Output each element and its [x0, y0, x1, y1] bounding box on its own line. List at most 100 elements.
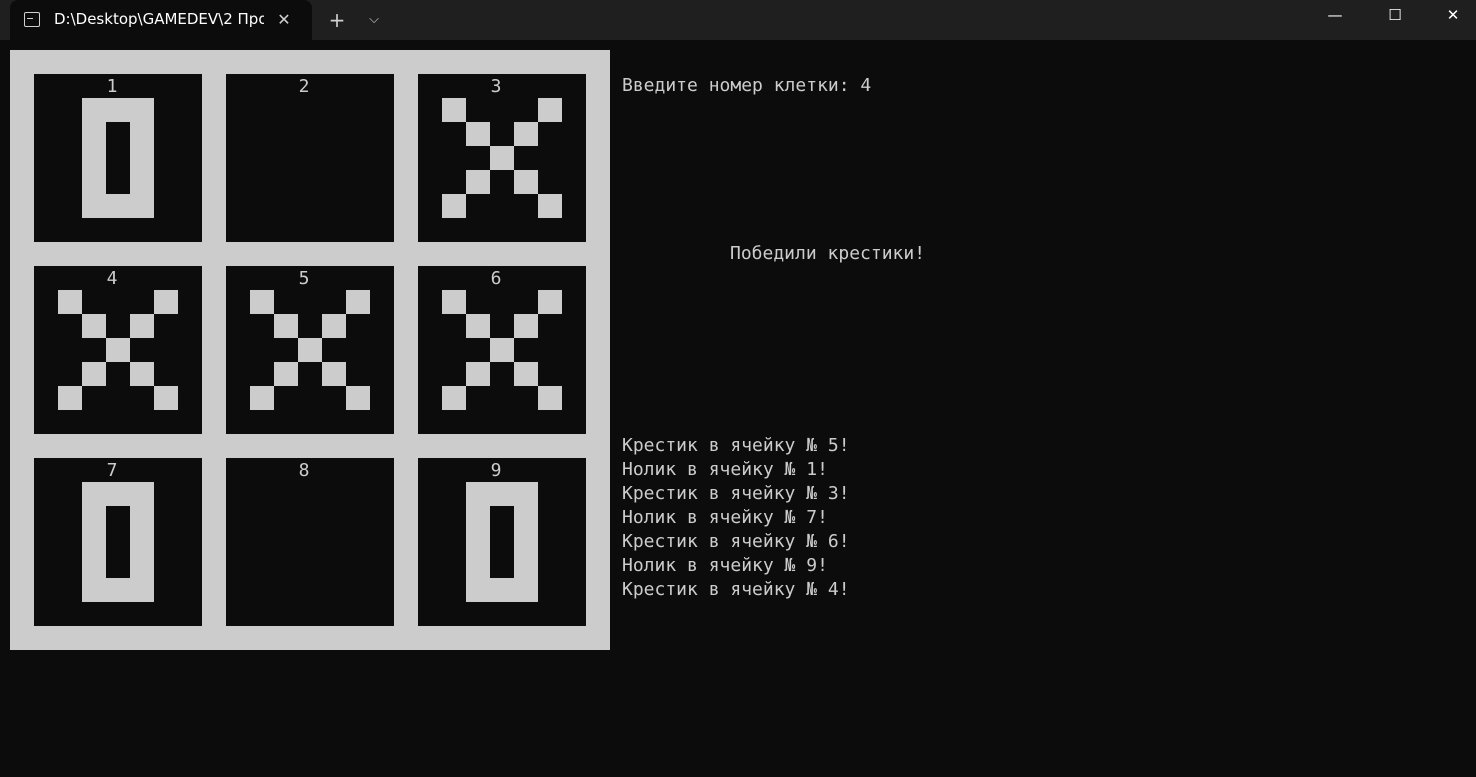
- mark-pixel: [82, 146, 106, 170]
- move-log-line: Крестик в ячейку № 5!: [622, 435, 850, 456]
- mark-pixel: [298, 338, 322, 362]
- cell-1: 1: [34, 74, 202, 242]
- mark-pixel: [82, 554, 106, 578]
- board-border-left: [10, 50, 34, 650]
- move-log-line: Крестик в ячейку № 3!: [622, 483, 850, 504]
- mark-pixel: [514, 314, 538, 338]
- cell-number: 3: [490, 76, 502, 97]
- mark-pixel: [130, 530, 154, 554]
- terminal-tab[interactable]: D:\Desktop\GAMEDEV\2 Про ✕: [10, 0, 312, 40]
- mark-pixel: [490, 578, 514, 602]
- mark-pixel: [274, 314, 298, 338]
- mark-pixel: [82, 98, 106, 122]
- mark-pixel: [130, 554, 154, 578]
- mark-pixel: [442, 194, 466, 218]
- mark-pixel: [82, 506, 106, 530]
- mark-pixel: [130, 506, 154, 530]
- mark-pixel: [82, 362, 106, 386]
- grid-line-vertical-2: [394, 50, 418, 650]
- nought-mark: [58, 98, 178, 218]
- mark-pixel: [538, 290, 562, 314]
- mark-pixel: [466, 122, 490, 146]
- mark-pixel: [130, 98, 154, 122]
- mark-pixel: [130, 362, 154, 386]
- tic-tac-toe-board: 1 2 3 4 5 6 7 8 9: [10, 50, 610, 650]
- mark-pixel: [442, 290, 466, 314]
- mark-pixel: [514, 482, 538, 506]
- mark-pixel: [490, 338, 514, 362]
- terminal-icon: [24, 12, 40, 27]
- move-log-line: Нолик в ячейку № 1!: [622, 459, 828, 480]
- mark-pixel: [250, 386, 274, 410]
- cross-mark: [58, 290, 178, 410]
- mark-pixel: [514, 578, 538, 602]
- mark-pixel: [322, 362, 346, 386]
- mark-pixel: [130, 314, 154, 338]
- mark-pixel: [466, 170, 490, 194]
- maximize-button[interactable]: ☐: [1366, 0, 1424, 32]
- mark-pixel: [106, 482, 130, 506]
- mark-pixel: [106, 98, 130, 122]
- chevron-down-icon[interactable]: ⌵: [360, 6, 388, 34]
- cell-number: 9: [490, 460, 502, 481]
- board-border-bottom: [10, 626, 610, 650]
- mark-pixel: [514, 362, 538, 386]
- input-prompt: Введите номер клетки: 4: [622, 75, 872, 96]
- mark-pixel: [82, 170, 106, 194]
- mark-pixel: [442, 386, 466, 410]
- minimize-button[interactable]: —: [1306, 0, 1364, 32]
- mark-pixel: [154, 386, 178, 410]
- cell-3: 3: [418, 74, 586, 242]
- mark-pixel: [82, 578, 106, 602]
- mark-pixel: [466, 578, 490, 602]
- mark-pixel: [538, 386, 562, 410]
- mark-pixel: [58, 290, 82, 314]
- tab-title: D:\Desktop\GAMEDEV\2 Про: [54, 10, 264, 28]
- mark-pixel: [106, 578, 130, 602]
- mark-pixel: [490, 482, 514, 506]
- empty-mark: [250, 482, 370, 602]
- cell-number: 4: [106, 268, 118, 289]
- mark-pixel: [154, 290, 178, 314]
- mark-pixel: [130, 194, 154, 218]
- cell-5: 5: [226, 266, 394, 434]
- cell-7: 7: [34, 458, 202, 626]
- mark-pixel: [514, 554, 538, 578]
- mark-pixel: [346, 386, 370, 410]
- mark-pixel: [514, 530, 538, 554]
- move-log-line: Крестик в ячейку № 6!: [622, 531, 850, 552]
- move-log-line: Нолик в ячейку № 7!: [622, 507, 828, 528]
- close-window-button[interactable]: ✕: [1424, 0, 1476, 32]
- new-tab-button[interactable]: +: [323, 6, 351, 34]
- board-border-top: [10, 50, 610, 74]
- mark-pixel: [514, 170, 538, 194]
- mark-pixel: [82, 314, 106, 338]
- mark-pixel: [58, 386, 82, 410]
- mark-pixel: [466, 482, 490, 506]
- tab-close-icon[interactable]: ✕: [272, 8, 296, 32]
- mark-pixel: [466, 554, 490, 578]
- mark-pixel: [106, 338, 130, 362]
- grid-line-horizontal-1: [10, 242, 610, 266]
- mark-pixel: [106, 194, 130, 218]
- mark-pixel: [514, 506, 538, 530]
- cross-mark: [442, 290, 562, 410]
- mark-pixel: [538, 98, 562, 122]
- cross-mark: [250, 290, 370, 410]
- mark-pixel: [322, 314, 346, 338]
- mark-pixel: [130, 578, 154, 602]
- cell-6: 6: [418, 266, 586, 434]
- cross-mark: [442, 98, 562, 218]
- mark-pixel: [130, 146, 154, 170]
- mark-pixel: [130, 482, 154, 506]
- nought-mark: [58, 482, 178, 602]
- mark-pixel: [466, 362, 490, 386]
- cell-number: 2: [298, 76, 310, 97]
- mark-pixel: [82, 530, 106, 554]
- cell-4: 4: [34, 266, 202, 434]
- game-result-message: Победили крестики!: [730, 243, 926, 264]
- board-border-right: [586, 50, 610, 650]
- mark-pixel: [82, 482, 106, 506]
- mark-pixel: [130, 122, 154, 146]
- nought-mark: [442, 482, 562, 602]
